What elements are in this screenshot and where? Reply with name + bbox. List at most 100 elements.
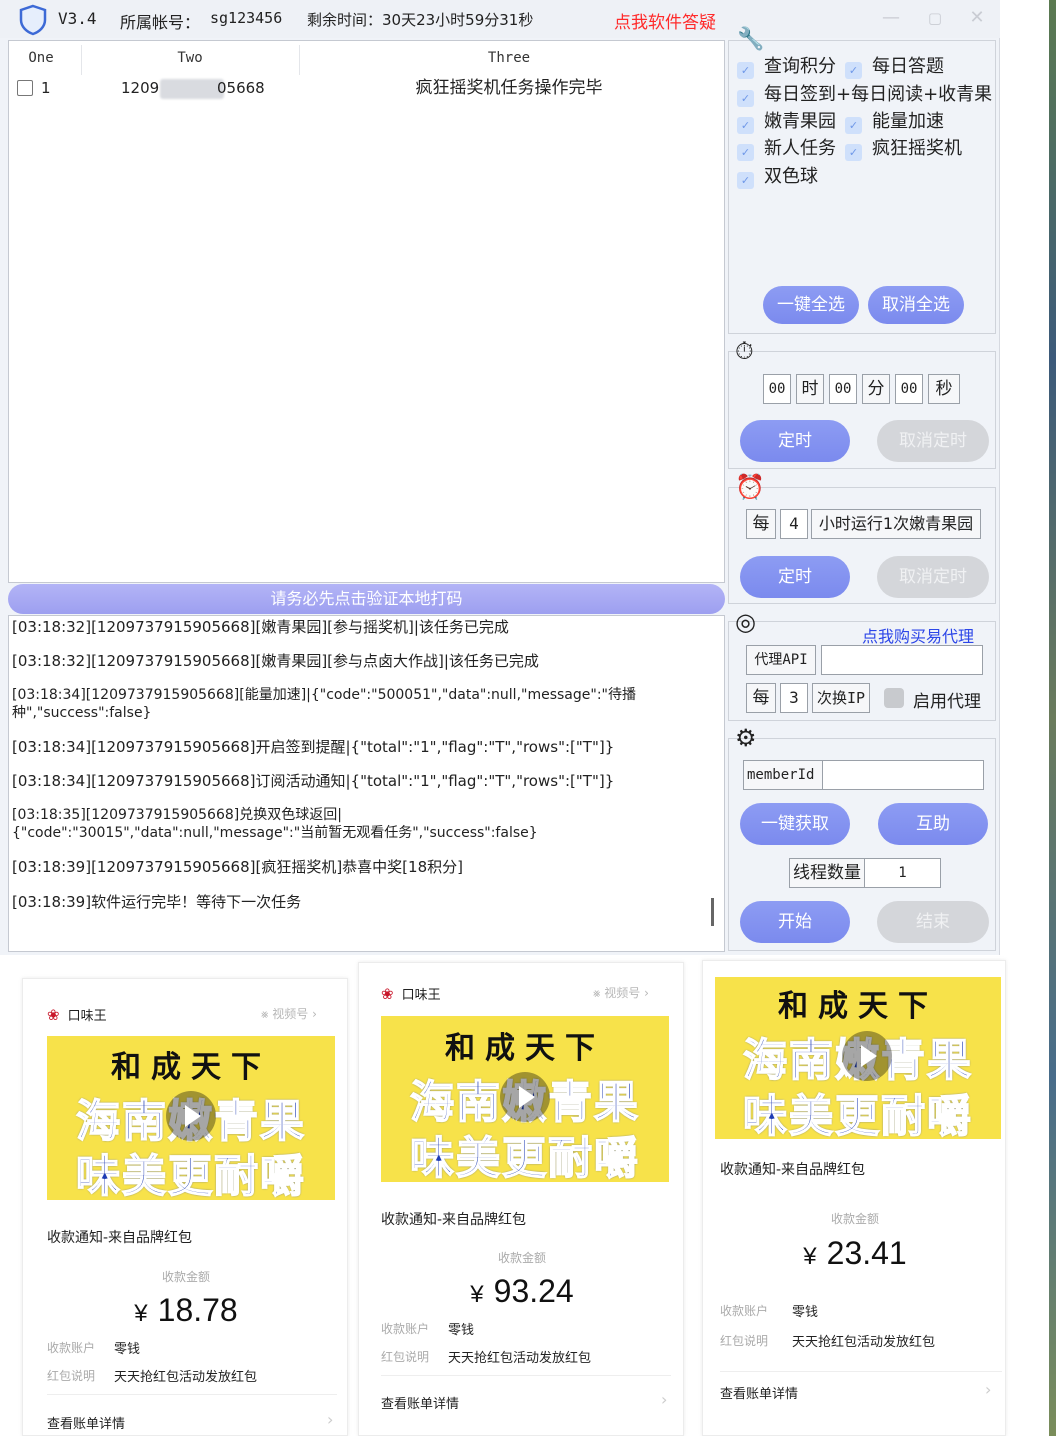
amount-value: ¥93.24 [470,1273,574,1309]
member-id-input[interactable] [822,760,984,790]
verify-banner[interactable]: 请务必先点击验证本地打码 [8,584,725,614]
note-key: 红包说明 [47,1369,96,1383]
checkbox-newbie-task[interactable]: ✓ 新人任务 [737,138,836,161]
task-table: One Two Three 1 1209 05668 疯狂摇奖机任务操作完毕 [8,40,725,583]
promo-poster[interactable]: 和成天下 海南嫩青果 味美更耐嚼 [715,977,1001,1139]
column-header-three[interactable]: Three [299,41,719,75]
row-checkbox[interactable] [17,80,33,96]
notice-title: 收款通知-来自品牌红包 [381,1212,527,1228]
log-panel: [03:18:32][1209737915905668][嫩青果园][参与摇奖机… [8,615,725,952]
task-options-panel: 🔧 ✓ 查询积分 ✓ 每日答题 ✓ 每日签到+每日阅读+收青果 ✓ 嫩青果园 ✓ 能量加速… [728,29,996,334]
minimize-icon[interactable]: — [878,6,904,30]
timer-set-button[interactable]: 定时 [740,420,850,462]
help-link[interactable]: 点我软件答疑 [614,8,716,33]
remaining-time: 剩余时间：30天23小时59分31秒 [307,11,534,29]
amount-label: 收款金额 [161,1270,210,1284]
channel-link[interactable]: ⨳ 视频号 › [261,1005,317,1022]
play-icon[interactable] [842,1031,892,1081]
note-key: 红包说明 [381,1350,430,1364]
note-key: 红包说明 [720,1334,769,1348]
log-scrollbar[interactable] [711,898,714,926]
threads-input[interactable]: 1 [864,858,941,888]
run-settings-panel: ⚙ memberId 一键获取 互助 线程数量 1 开始 结束 [728,726,996,951]
interval-every-label: 每 [746,509,776,539]
interval-hours-input[interactable]: 4 [780,509,808,539]
proxy-every-label: 每 [746,683,776,713]
timer-hour-unit: 时 [796,374,824,404]
log-line: [03:18:34][1209737915905668]订阅活动通知|{"tot… [12,772,615,790]
bill-detail-link[interactable]: 查看账单详情 [720,1383,798,1402]
brand-label: ❀ 口味王 [381,985,441,1003]
note-value: 天天抢红包活动发放红包 [448,1351,592,1366]
timer-second-input[interactable]: 00 [895,374,923,404]
promo-poster[interactable]: 和成天下 海南嫩青果 味美更耐嚼 [381,1016,669,1182]
channel-link[interactable]: ⨳ 视频号 › [593,984,649,1001]
proxy-enable-label: 启用代理 [913,692,981,712]
buy-proxy-link[interactable]: 点我购买易代理 [862,623,974,647]
stopwatch-icon: ⏱ [735,337,754,365]
shield-icon [19,4,47,36]
column-header-two[interactable]: Two [81,41,299,75]
stop-button[interactable]: 结束 [877,901,989,943]
app-window: V3.4 所属帐号： sg123456 剩余时间：30天23小时59分31秒 点… [0,0,1000,955]
log-line: [03:18:34][1209737915905668][能量加速]|{"cod… [12,687,636,721]
maximize-icon[interactable]: ▢ [922,6,948,30]
checkbox-green-orchard[interactable]: ✓ 嫩青果园 [737,111,836,134]
proxy-enable-toggle[interactable] [884,688,904,708]
row-index: 1 [41,79,51,97]
account-key: 收款账户 [381,1322,430,1336]
bill-detail-link[interactable]: 查看账单详情 [381,1393,459,1412]
receipt-card: ❀ 口味王 ⨳ 视频号 › 和成天下 海南嫩青果 味美更耐嚼 收款通知-来自品牌红… [358,962,684,1436]
checkbox-daily-quiz[interactable]: ✓ 每日答题 [845,56,944,79]
row-status: 疯狂摇奖机任务操作完毕 [415,78,603,98]
notice-title: 收款通知-来自品牌红包 [47,1230,193,1246]
wrench-icon: 🔧 [737,27,765,52]
brand-logo-icon: ❀ [47,1006,60,1024]
timer-hour-input[interactable]: 00 [763,374,791,404]
chevron-right-icon: › [661,1390,668,1409]
account-value: 零钱 [448,1323,475,1338]
timer-cancel-button[interactable]: 取消定时 [877,420,989,462]
log-line: [03:18:39][1209737915905668][疯狂摇奖机]恭喜中奖[… [12,858,463,876]
timer-panel: ⏱ 00 时 00 分 00 秒 定时 取消定时 [728,339,996,469]
redacted-blur [160,79,224,99]
deselect-all-button[interactable]: 取消全选 [868,286,964,324]
checkbox-energy-boost[interactable]: ✓ 能量加速 [845,111,944,134]
checkbox-crazy-shaker[interactable]: ✓ 疯狂摇奖机 [845,138,962,161]
amount-value: ¥23.41 [803,1235,907,1271]
checkbox-double-color-ball[interactable]: ✓ 双色球 [737,166,818,189]
interval-set-button[interactable]: 定时 [740,556,850,598]
timer-minute-input[interactable]: 00 [829,374,857,404]
promo-poster[interactable]: 和成天下 海南嫩青果 味美更耐嚼 [47,1036,335,1200]
play-icon[interactable] [500,1072,550,1122]
close-icon[interactable]: ✕ [964,6,990,30]
column-header-one[interactable]: One [9,41,73,75]
timer-second-unit: 秒 [928,374,960,404]
bill-detail-link[interactable]: 查看账单详情 [47,1413,125,1432]
log-line: [03:18:32][1209737915905668][嫩青果园][参与点卤大… [12,652,539,670]
account-key: 收款账户 [47,1341,96,1355]
title-bar: V3.4 所属帐号： sg123456 剩余时间：30天23小时59分31秒 点… [0,0,1000,38]
fetch-button[interactable]: 一键获取 [740,803,850,845]
assist-button[interactable]: 互助 [878,803,988,845]
log-line: [03:18:32][1209737915905668][嫩青果园][参与摇奖机… [12,618,509,636]
play-icon[interactable] [166,1091,216,1141]
checkbox-daily-signin[interactable]: ✓ 每日签到+每日阅读+收青果 [737,84,992,107]
proxy-api-label: 代理API [746,645,816,675]
proxy-count-input[interactable]: 3 [780,683,808,713]
checkbox-query-points[interactable]: ✓ 查询积分 [737,56,836,79]
threads-label: 线程数量 [789,858,865,888]
timer-minute-unit: 分 [862,374,890,404]
proxy-api-input[interactable] [821,645,983,675]
location-pin-icon: ◎ [735,608,756,636]
chevron-right-icon: › [985,1380,992,1399]
account-key: 收款账户 [720,1304,769,1318]
brand-label: ❀ 口味王 [47,1006,107,1024]
receipt-card: ❀ 口味王 ⨳ 视频号 › 和成天下 海南嫩青果 味美更耐嚼 收款通知-来自品牌红… [22,978,348,1436]
interval-cancel-button[interactable]: 取消定时 [877,556,989,598]
start-button[interactable]: 开始 [740,901,850,943]
amount-label: 收款金额 [497,1251,546,1265]
chevron-right-icon: › [327,1410,334,1429]
notice-title: 收款通知-来自品牌红包 [720,1162,866,1178]
select-all-button[interactable]: 一键全选 [763,286,859,324]
